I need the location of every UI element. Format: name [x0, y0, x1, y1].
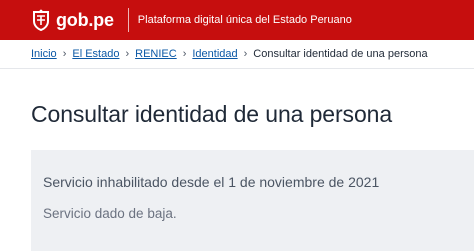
breadcrumb-link-el-estado[interactable]: El Estado: [72, 48, 119, 60]
peru-shield-icon: [33, 9, 49, 31]
gob-pe-logo-link[interactable]: gob.pe: [31, 9, 114, 31]
top-header: gob.pe Plataforma digital única del Esta…: [0, 0, 474, 40]
breadcrumb-link-reniec[interactable]: RENIEC: [135, 48, 177, 60]
service-notice-box: Servicio inhabilitado desde el 1 de novi…: [31, 150, 474, 251]
chevron-right-icon: ›: [182, 48, 187, 60]
breadcrumb: Inicio › El Estado › RENIEC › Identidad …: [0, 40, 474, 69]
page-title: Consultar identidad de una persona: [31, 101, 393, 127]
notice-title: Servicio inhabilitado desde el 1 de novi…: [43, 174, 380, 190]
chevron-right-icon: ›: [243, 48, 248, 60]
breadcrumb-link-identidad[interactable]: Identidad: [192, 48, 237, 60]
chevron-right-icon: ›: [125, 48, 130, 60]
breadcrumb-link-inicio[interactable]: Inicio: [31, 48, 57, 60]
notice-body: Servicio dado de baja.: [43, 206, 177, 221]
logo-text: gob.pe: [56, 9, 114, 30]
breadcrumb-current: Consultar identidad de una persona: [253, 48, 428, 60]
header-divider: [127, 8, 129, 32]
chevron-right-icon: ›: [62, 48, 67, 60]
header-tagline: Plataforma digital única del Estado Peru…: [137, 14, 352, 26]
